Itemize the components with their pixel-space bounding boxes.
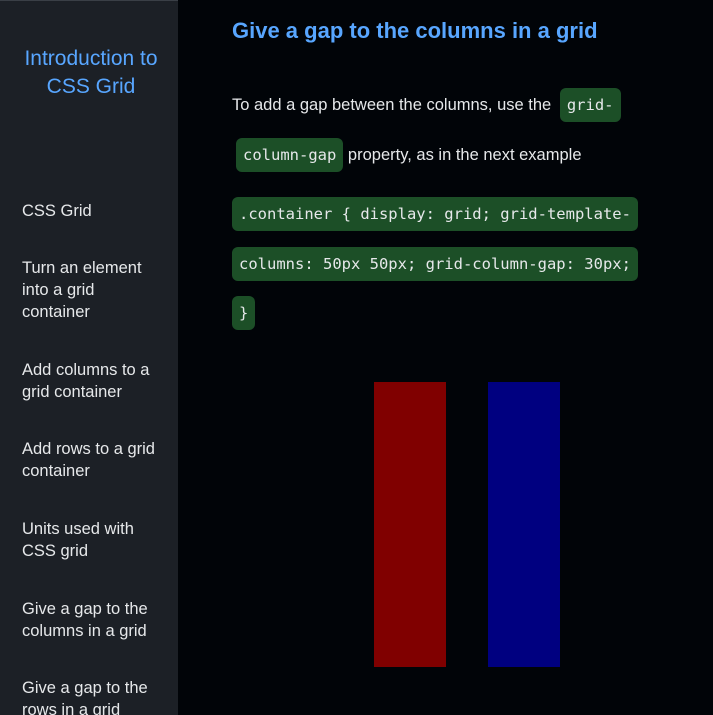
sidebar-title[interactable]: Introduction to CSS Grid [0,45,178,101]
sidebar-item-column-gap[interactable]: Give a gap to the columns in a grid [22,598,162,642]
intro-text-after: property, as in the next example [347,146,582,164]
sidebar-item-grid-container[interactable]: Turn an element into a grid container [22,257,162,323]
code-example-block: .container { display: grid; grid-templat… [232,190,650,339]
sidebar-item-add-columns[interactable]: Add columns to a grid container [22,359,162,403]
sidebar: Introduction to CSS Grid CSS Grid Turn a… [0,0,178,715]
sidebar-item-add-rows[interactable]: Add rows to a grid container [22,438,162,482]
code-example: .container { display: grid; grid-templat… [232,197,638,330]
sidebar-item-row-gap[interactable]: Give a gap to the rows in a grid [22,677,162,715]
intro-text-before: To add a gap between the columns, use th… [232,96,552,114]
demo-grid-column-1 [374,382,446,667]
demo-grid-column-2 [488,382,560,667]
sidebar-item-units[interactable]: Units used with CSS grid [22,518,162,562]
intro-paragraph: To add a gap between the columns, use th… [232,80,652,180]
sidebar-item-css-grid[interactable]: CSS Grid [22,200,162,222]
page-heading: Give a gap to the columns in a grid [232,18,598,43]
main-content: Give a gap to the columns in a grid To a… [178,0,713,715]
